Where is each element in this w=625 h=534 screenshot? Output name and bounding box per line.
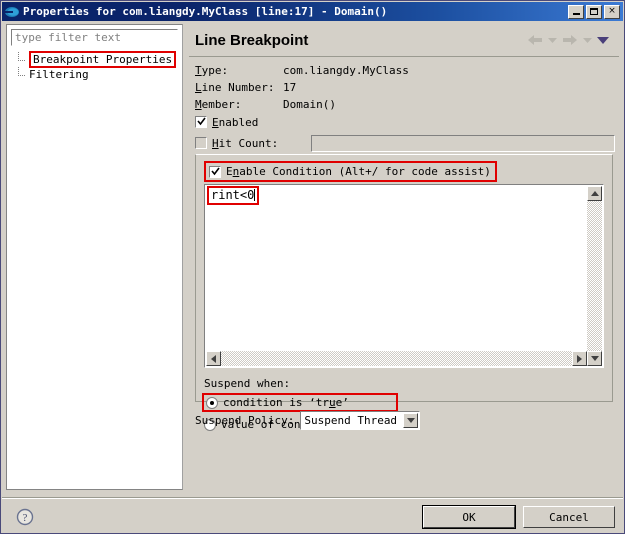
tree-connector-icon — [13, 52, 29, 67]
suspend-when-label: Suspend when: — [204, 377, 291, 390]
back-menu-chevron-down-icon[interactable] — [548, 37, 557, 43]
view-menu-chevron-down-icon[interactable] — [597, 36, 609, 44]
hit-count-label: Hit Count: — [212, 136, 279, 150]
hit-count-input[interactable] — [311, 134, 615, 152]
scroll-left-arrow-icon[interactable] — [206, 351, 221, 366]
minimize-button[interactable] — [568, 4, 584, 19]
suspend-policy-label: Suspend Policy: — [195, 414, 295, 427]
cancel-button[interactable]: Cancel — [523, 506, 615, 528]
dialog-body: type filter text Breakpoint Properties F… — [2, 21, 623, 533]
enable-condition-checkbox[interactable] — [209, 165, 221, 178]
dialog-footer: ? OK Cancel — [2, 501, 623, 533]
field-type-value: com.liangdy.MyClass — [283, 63, 409, 77]
field-type: Type: com.liangdy.MyClass — [195, 62, 615, 78]
sidebar-item-breakpoint-properties[interactable]: Breakpoint Properties — [13, 51, 183, 68]
condition-group: Enable Condition (Alt+/ for code assist)… — [195, 154, 613, 431]
check-icon — [197, 117, 206, 126]
suspend-policy-select[interactable]: Suspend Thread — [300, 411, 421, 430]
scroll-down-arrow-icon[interactable] — [587, 351, 602, 366]
condition-editor[interactable]: rint<0 — [204, 184, 604, 368]
back-arrow-icon[interactable] — [527, 34, 543, 46]
forward-menu-chevron-down-icon[interactable] — [583, 37, 592, 43]
suspend-policy-row: Suspend Policy: Suspend Thread — [195, 411, 421, 430]
scroll-right-arrow-icon[interactable] — [572, 351, 587, 366]
properties-dialog: Properties for com.liangdy.MyClass [line… — [0, 0, 625, 534]
check-icon — [211, 167, 220, 176]
condition-horizontal-scrollbar[interactable] — [206, 351, 587, 366]
title-bar: Properties for com.liangdy.MyClass [line… — [2, 2, 623, 21]
enabled-row[interactable]: Enabled — [195, 114, 615, 130]
forward-arrow-icon[interactable] — [562, 34, 578, 46]
content-header: Line Breakpoint — [189, 24, 619, 57]
content-panel: Line Breakpoint Type: com.liangdy.MyClas… — [189, 24, 619, 490]
enabled-checkbox[interactable] — [195, 116, 207, 128]
tree-connector-icon — [13, 67, 29, 82]
breakpoint-info-fields: Type: com.liangdy.MyClass Line Number: 1… — [195, 62, 615, 152]
svg-text:?: ? — [23, 512, 28, 524]
field-type-label: Type: — [195, 63, 229, 77]
enable-condition-label: Enable Condition (Alt+/ for code assist) — [226, 165, 491, 178]
app-icon — [4, 5, 20, 19]
window-title: Properties for com.liangdy.MyClass [line… — [23, 5, 388, 18]
enabled-label: Enabled — [212, 115, 259, 129]
help-icon[interactable]: ? — [16, 508, 34, 526]
footer-separator — [2, 497, 623, 499]
sidebar-item-label: Breakpoint Properties — [29, 51, 177, 68]
close-icon: × — [608, 6, 616, 16]
scroll-up-arrow-icon[interactable] — [587, 186, 602, 201]
field-member-value: Domain() — [283, 97, 336, 111]
radio-label: condition is ‘true’ — [223, 396, 349, 409]
condition-text: rint<0 — [207, 186, 260, 205]
enable-condition-row[interactable]: Enable Condition (Alt+/ for code assist) — [204, 161, 497, 182]
chevron-down-icon[interactable] — [403, 413, 419, 428]
close-button[interactable]: × — [604, 4, 620, 19]
hit-count-checkbox[interactable] — [195, 137, 207, 149]
settings-tree: Breakpoint Properties Filtering — [13, 51, 183, 82]
page-title: Line Breakpoint — [195, 31, 309, 49]
field-member-label: Member: — [195, 97, 242, 111]
suspend-policy-value: Suspend Thread — [304, 414, 398, 427]
navigation-icons — [527, 34, 609, 46]
radio-button[interactable] — [206, 396, 218, 409]
window-controls: × — [568, 4, 620, 19]
field-line-number: Line Number: 17 — [195, 79, 615, 95]
settings-tree-panel: type filter text Breakpoint Properties F… — [6, 24, 183, 490]
sidebar-item-label: Filtering — [29, 68, 89, 81]
text-caret — [254, 189, 256, 201]
condition-vertical-scrollbar[interactable] — [587, 186, 602, 366]
ok-button[interactable]: OK — [422, 505, 516, 529]
hit-count-row[interactable]: Hit Count: — [195, 134, 615, 152]
filter-input[interactable]: type filter text — [11, 29, 178, 46]
field-member: Member: Domain() — [195, 96, 615, 112]
sidebar-item-filtering[interactable]: Filtering — [13, 67, 183, 82]
maximize-button[interactable] — [586, 4, 602, 19]
radio-condition-is-true[interactable]: condition is ‘true’ — [202, 393, 399, 412]
field-line-number-label: Line Number: — [195, 80, 275, 94]
field-line-number-value: 17 — [283, 80, 297, 94]
